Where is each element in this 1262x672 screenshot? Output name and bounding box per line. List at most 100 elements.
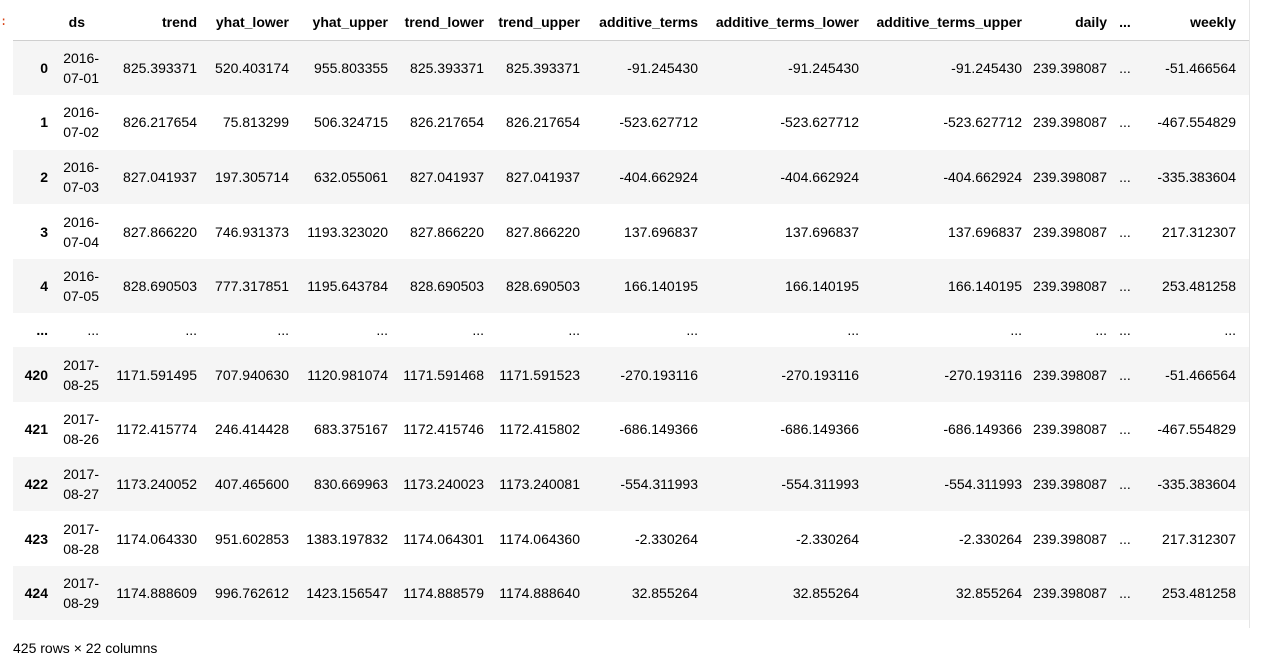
data-cell: 246.414428 <box>215 421 289 438</box>
ds-cell: 2016- 07-03 <box>50 150 99 205</box>
ds-month-day-part: 07-01 <box>63 70 99 87</box>
data-cell: 137.696837 <box>785 223 859 240</box>
data-cell: -91.245430 <box>627 60 698 77</box>
data-cell: 166.140195 <box>624 278 698 295</box>
data-cell: ... <box>1119 60 1131 77</box>
data-cell: ... <box>376 322 388 339</box>
column-header: additive_terms_lower <box>698 4 859 41</box>
ds-cell: 2016- 07-01 <box>50 41 99 96</box>
data-cell: ... <box>1119 223 1131 240</box>
ds-month-day-part: 07-05 <box>63 288 99 305</box>
data-cell: ... <box>185 322 197 339</box>
data-cell: 825.393371 <box>506 60 580 77</box>
data-cell: -554.311993 <box>620 475 698 492</box>
data-cell: 239.398087 <box>1033 366 1107 383</box>
data-cell: 996.762612 <box>215 585 289 602</box>
column-header: additive_terms <box>580 4 698 41</box>
data-cell: 137.696837 <box>624 223 698 240</box>
data-cell: -335.383604 <box>1157 168 1236 185</box>
data-cell: -467.554829 <box>1157 421 1236 438</box>
table-row: 420 2017- 08-25 1171.591495 707.940630 1120.9… <box>13 347 1249 403</box>
data-cell: -91.245430 <box>788 60 859 77</box>
data-cell: -270.193116 <box>620 366 698 383</box>
ds-year-part: 2017- <box>63 465 99 482</box>
table-row: 1 2016- 07-02 826.217654 75.813299 506.324715… <box>13 95 1249 150</box>
data-cell: 1173.240052 <box>116 475 197 492</box>
data-cell: -2.330264 <box>958 530 1022 547</box>
data-cell: ... <box>1119 322 1131 339</box>
data-cell: ... <box>1119 278 1131 295</box>
data-cell: 827.041937 <box>123 168 197 185</box>
column-header: ds <box>50 4 99 41</box>
data-cell: 827.866220 <box>506 223 580 240</box>
header-index-cell <box>13 4 50 41</box>
data-cell: 239.398087 <box>1033 223 1107 240</box>
ds-month-day-part: 08-27 <box>63 485 99 502</box>
ds-cell: 2016- 07-05 <box>50 259 99 314</box>
ds-year-part: 2016- <box>63 213 99 230</box>
data-cell: ... <box>686 322 698 339</box>
ds-month-day-part: 08-29 <box>63 595 99 612</box>
data-cell: ... <box>277 322 289 339</box>
output-area-edge <box>1249 0 1250 628</box>
dataframe-table: ds trend yhat_lower yhat_upper trend_lower tr… <box>13 4 1249 621</box>
table-shape-summary: 425 rows × 22 columns <box>13 640 158 656</box>
ds-year-part: 2017- <box>63 356 99 373</box>
ds-year-part: 2016- <box>63 50 99 67</box>
data-cell: 239.398087 <box>1033 168 1107 185</box>
data-cell: 217.312307 <box>1162 530 1236 547</box>
data-cell: 239.398087 <box>1033 530 1107 547</box>
data-cell: ... <box>1119 366 1131 383</box>
data-cell: 239.398087 <box>1033 475 1107 492</box>
data-cell: 137.696837 <box>948 223 1022 240</box>
data-cell: 239.398087 <box>1033 278 1107 295</box>
data-cell: 1173.240081 <box>499 475 580 492</box>
data-cell: ... <box>1119 475 1131 492</box>
data-cell: 1174.888609 <box>116 585 197 602</box>
ds-month-day-part: 07-03 <box>63 178 99 195</box>
ds-year-part: 2017- <box>63 520 99 537</box>
data-cell: 1171.591495 <box>116 366 197 383</box>
data-cell: 632.055061 <box>314 168 388 185</box>
ds-year-part: 2016- <box>63 104 99 121</box>
data-cell: 1174.064330 <box>116 530 197 547</box>
ds-cell: 2017- 08-28 <box>50 511 99 566</box>
data-cell: 1171.591468 <box>403 366 484 383</box>
data-cell: ... <box>568 322 580 339</box>
data-cell: 166.140195 <box>948 278 1022 295</box>
data-cell: 1172.415802 <box>499 421 580 438</box>
data-cell: 826.217654 <box>410 114 484 131</box>
data-cell: ... <box>1224 322 1236 339</box>
column-header: yhat_upper <box>289 4 388 41</box>
data-cell: -335.383604 <box>1157 475 1236 492</box>
data-cell: 32.855264 <box>955 585 1022 602</box>
table-body: 0 2016- 07-01 825.393371 520.403174 955.80335… <box>13 40 1249 621</box>
data-cell: ... <box>1119 114 1131 131</box>
data-cell: 828.690503 <box>123 278 197 295</box>
data-cell: 683.375167 <box>314 421 388 438</box>
data-cell: 1383.197832 <box>306 530 388 547</box>
data-cell: -404.662924 <box>780 168 859 185</box>
column-header: daily <box>1022 4 1111 41</box>
data-cell: 1171.591523 <box>499 366 580 383</box>
data-cell: 217.312307 <box>1162 223 1236 240</box>
ds-month-day-part: 08-28 <box>63 540 99 557</box>
data-cell: -523.627712 <box>780 114 859 131</box>
ds-cell: 2016- 07-02 <box>50 95 99 150</box>
data-cell: 1173.240023 <box>403 475 484 492</box>
ds-month-day-part: 08-26 <box>63 431 99 448</box>
data-cell: 825.393371 <box>123 60 197 77</box>
data-cell: 1174.888579 <box>403 585 484 602</box>
data-cell: 1172.415746 <box>403 421 484 438</box>
data-cell: 1193.323020 <box>307 223 388 240</box>
data-cell: ... <box>847 322 859 339</box>
row-index: 423 <box>24 530 48 547</box>
data-cell: -523.627712 <box>943 114 1022 131</box>
row-index: 2 <box>40 168 48 185</box>
header-row: ds trend yhat_lower yhat_upper trend_lower tr… <box>13 4 1249 41</box>
table-row: ....................................... <box>13 313 1249 347</box>
ds-cell: 2017- 08-29 <box>50 566 99 621</box>
row-index: ... <box>36 322 48 339</box>
data-cell: 1120.981074 <box>307 366 388 383</box>
data-cell: -467.554829 <box>1157 114 1236 131</box>
